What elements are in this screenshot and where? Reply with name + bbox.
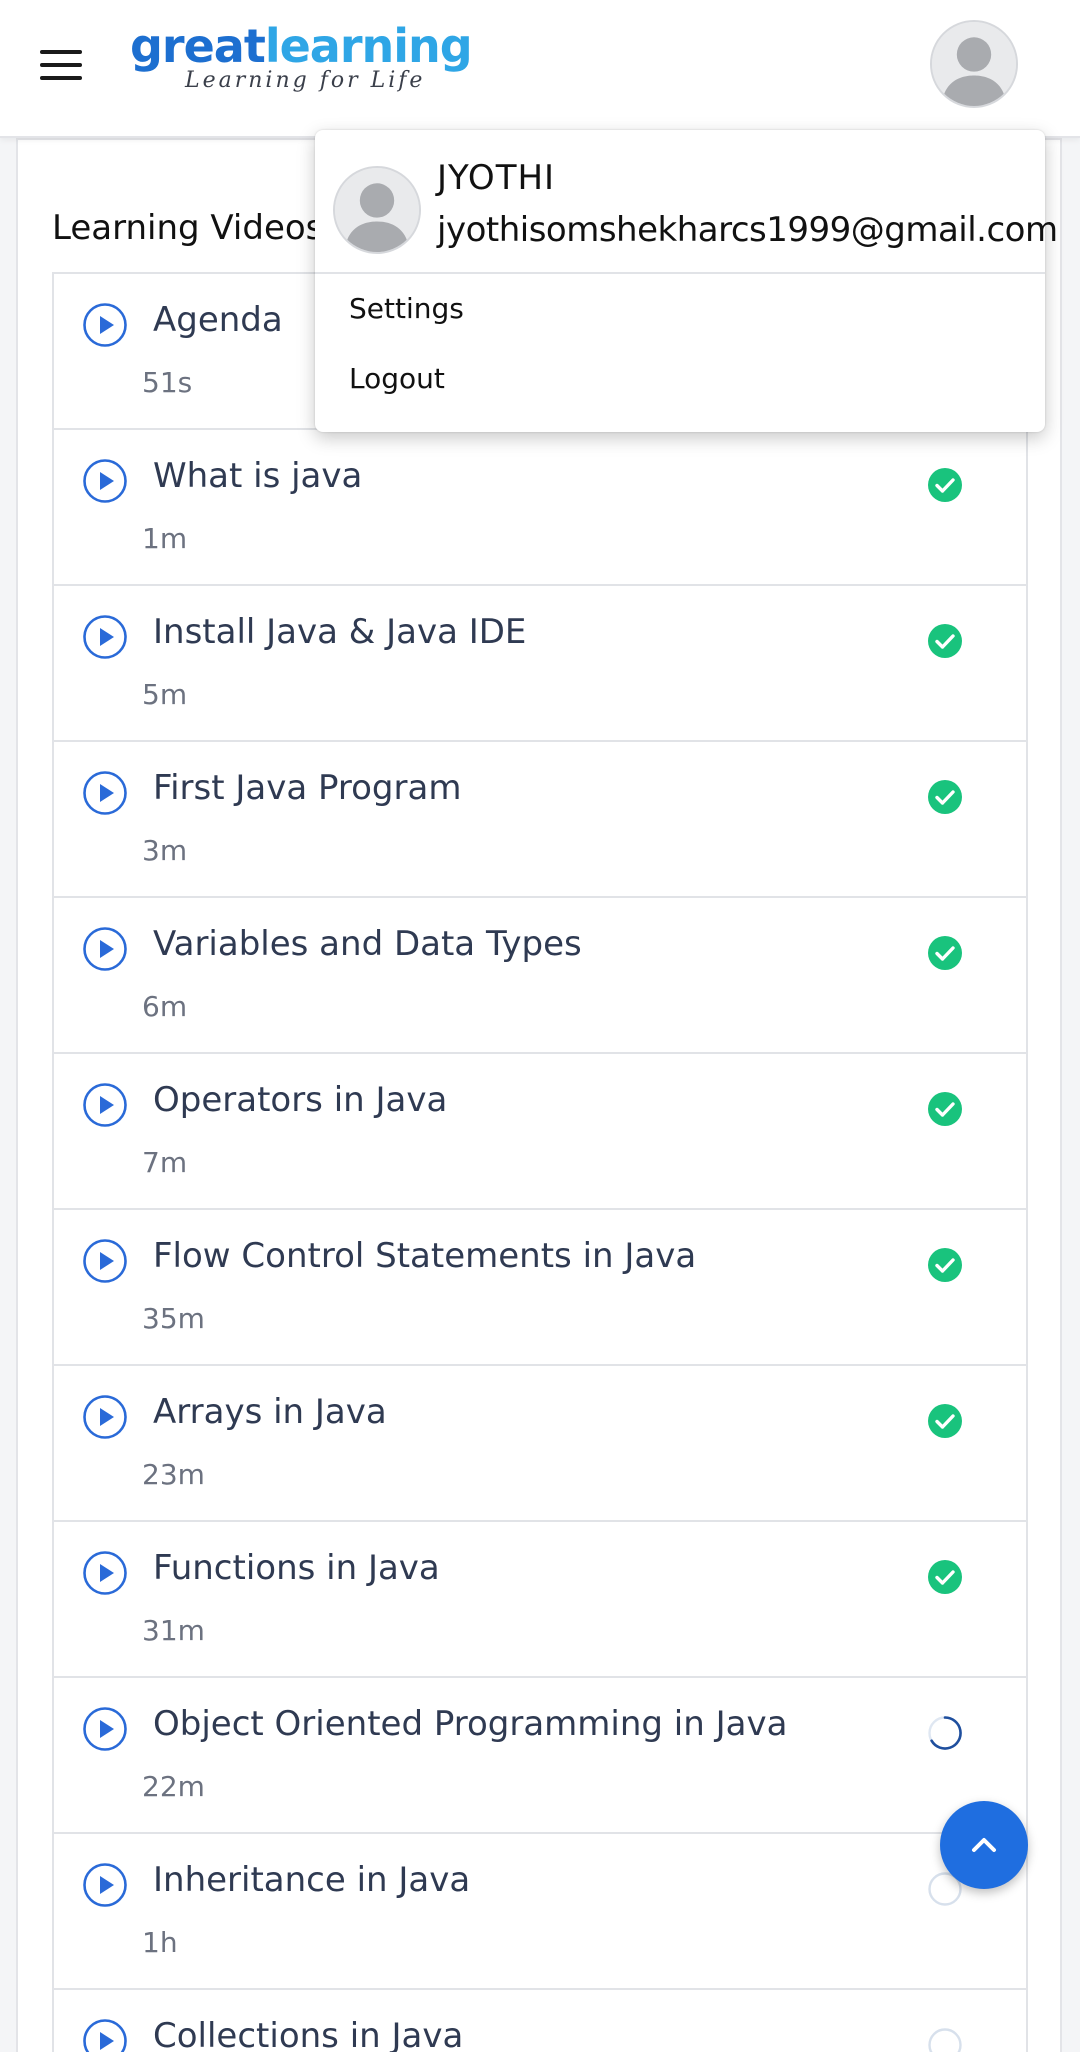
video-title: Inheritance in Java: [153, 1860, 471, 1900]
video-title: Object Oriented Programming in Java: [153, 1704, 788, 1744]
video-row[interactable]: Object Oriented Programming in Java 22m: [54, 1678, 1026, 1834]
play-circle-icon: [83, 927, 127, 971]
video-row[interactable]: Functions in Java 31m: [54, 1522, 1026, 1678]
play-circle-icon: [83, 2019, 127, 2052]
not-started-ring-icon: [928, 2028, 962, 2052]
video-title: Collections in Java: [153, 2016, 464, 2052]
completed-check-icon: [928, 1092, 962, 1126]
video-title: Arrays in Java: [153, 1392, 387, 1432]
video-row[interactable]: Flow Control Statements in Java 35m: [54, 1210, 1026, 1366]
logo-wordmark: greatlearning: [130, 19, 473, 73]
play-circle-icon: [83, 1551, 127, 1595]
video-title: Operators in Java: [153, 1080, 448, 1120]
completed-check-icon: [928, 780, 962, 814]
completed-check-icon: [928, 624, 962, 658]
in-progress-ring-icon: [928, 1716, 962, 1750]
chevron-up-icon: [972, 1838, 996, 1852]
play-circle-icon: [83, 1863, 127, 1907]
completed-check-icon: [928, 1560, 962, 1594]
video-duration: 51s: [142, 366, 193, 399]
video-duration: 31m: [142, 1614, 205, 1647]
settings-menu-item[interactable]: Settings: [349, 292, 464, 325]
video-title: First Java Program: [153, 768, 462, 808]
video-row[interactable]: Arrays in Java 23m: [54, 1366, 1026, 1522]
video-duration: 1m: [142, 522, 188, 555]
app-header: greatlearning Learning for Life: [0, 0, 1080, 138]
play-circle-icon: [83, 771, 127, 815]
video-row[interactable]: Variables and Data Types 6m: [54, 898, 1026, 1054]
video-list: Agenda 51s What is java 1m Install Java & Ja…: [52, 272, 1028, 2052]
completed-check-icon: [928, 468, 962, 502]
video-duration: 6m: [142, 990, 188, 1023]
video-row[interactable]: Operators in Java 7m: [54, 1054, 1026, 1210]
video-title: Agenda: [153, 300, 283, 340]
video-duration: 1h: [142, 1926, 178, 1959]
video-title: Flow Control Statements in Java: [153, 1236, 697, 1276]
profile-dropdown: JYOTHI jyothisomshekharcs1999@gmail.com …: [315, 130, 1058, 432]
play-circle-icon: [83, 1395, 127, 1439]
video-title: Variables and Data Types: [153, 924, 582, 964]
video-duration: 3m: [142, 834, 188, 867]
completed-check-icon: [928, 1404, 962, 1438]
video-title: Install Java & Java IDE: [153, 612, 527, 652]
video-duration: 7m: [142, 1146, 188, 1179]
completed-check-icon: [928, 1248, 962, 1282]
profile-email: jyothisomshekharcs1999@gmail.com: [437, 210, 1058, 250]
profile-name: JYOTHI: [437, 158, 556, 198]
play-circle-icon: [83, 1239, 127, 1283]
logout-menu-item[interactable]: Logout: [349, 362, 445, 395]
video-duration: 35m: [142, 1302, 205, 1335]
play-circle-icon: [83, 303, 127, 347]
video-row[interactable]: What is java 1m: [54, 430, 1026, 586]
play-circle-icon: [83, 459, 127, 503]
dropdown-divider: [315, 272, 1045, 274]
video-row[interactable]: Inheritance in Java 1h: [54, 1834, 1026, 1990]
hamburger-menu-icon[interactable]: [40, 50, 82, 80]
greatlearning-logo[interactable]: greatlearning Learning for Life: [130, 18, 473, 98]
section-title: Learning Videos: [52, 208, 324, 248]
video-duration: 22m: [142, 1770, 205, 1803]
play-circle-icon: [83, 1707, 127, 1751]
completed-check-icon: [928, 936, 962, 970]
dropdown-avatar-icon: [333, 166, 421, 254]
video-row[interactable]: Install Java & Java IDE 5m: [54, 586, 1026, 742]
video-duration: 23m: [142, 1458, 205, 1491]
video-row[interactable]: Collections in Java: [54, 1990, 1026, 2052]
scroll-to-top-button[interactable]: [940, 1801, 1028, 1889]
video-duration: 5m: [142, 678, 188, 711]
video-title: What is java: [153, 456, 363, 496]
video-row[interactable]: First Java Program 3m: [54, 742, 1026, 898]
video-title: Functions in Java: [153, 1548, 440, 1588]
play-circle-icon: [83, 615, 127, 659]
user-avatar-icon[interactable]: [930, 20, 1018, 108]
play-circle-icon: [83, 1083, 127, 1127]
